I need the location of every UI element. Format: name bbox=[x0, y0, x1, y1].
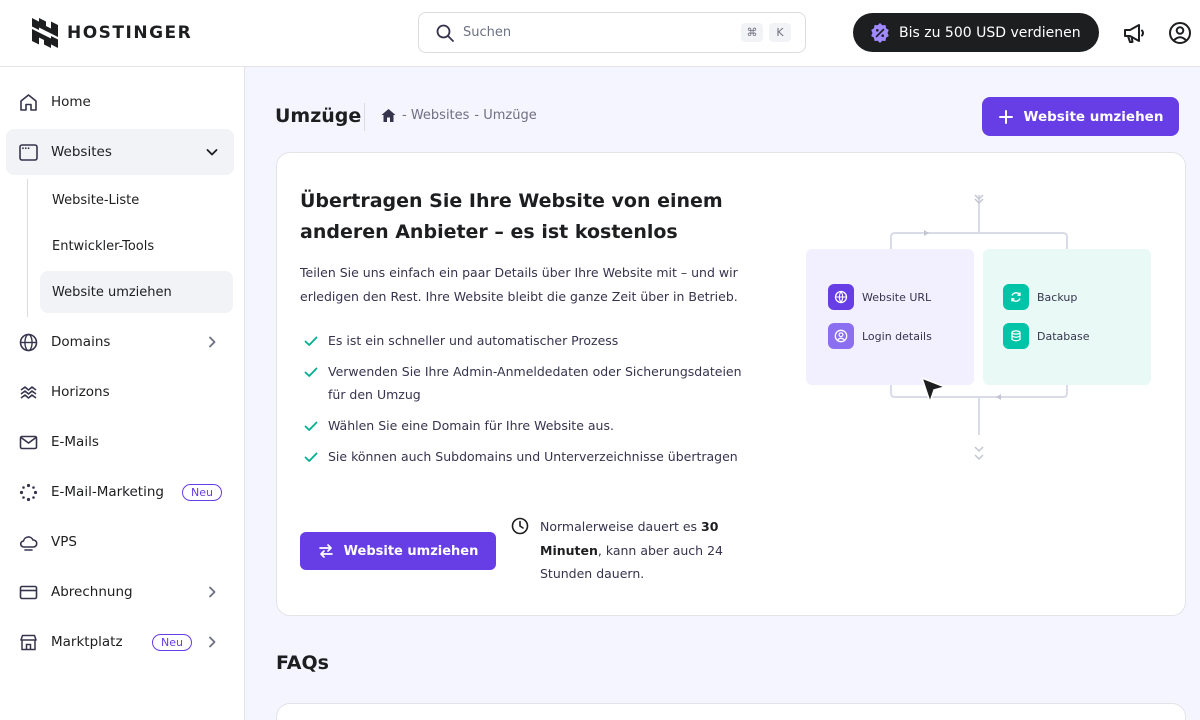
chevron-down-icon bbox=[206, 149, 218, 156]
search-input[interactable] bbox=[463, 25, 735, 40]
sidebar-item-label: Abrechnung bbox=[51, 584, 133, 600]
plus-icon bbox=[998, 109, 1013, 124]
migrate-website-button[interactable]: Website umziehen bbox=[982, 97, 1179, 136]
new-badge: Neu bbox=[182, 483, 222, 501]
clock-icon bbox=[511, 517, 529, 535]
page-title: Umzüge bbox=[275, 105, 362, 127]
breadcrumb: - Websites - Umzüge bbox=[380, 107, 537, 124]
account-icon[interactable] bbox=[1167, 20, 1193, 46]
hostinger-logo[interactable]: HOSTINGER bbox=[32, 18, 192, 48]
sidebar-item-label: Domains bbox=[51, 334, 111, 350]
illustration-item: Database bbox=[1003, 323, 1090, 349]
new-badge: Neu bbox=[152, 633, 192, 651]
sidebar-item-horizons[interactable]: Horizons bbox=[6, 369, 234, 415]
globe-icon bbox=[19, 333, 38, 351]
checkmark-icon bbox=[304, 367, 318, 377]
list-item: Sie können auch Subdomains und Unterverz… bbox=[303, 445, 773, 468]
swap-arrows-icon bbox=[318, 544, 333, 558]
sidebar-item-marketplace[interactable]: Marktplatz Neu bbox=[6, 619, 234, 665]
database-icon bbox=[1003, 323, 1029, 349]
checkmark-icon bbox=[304, 336, 318, 346]
list-item: Verwenden Sie Ihre Admin-Anmeldedaten od… bbox=[303, 360, 773, 406]
mail-icon bbox=[19, 435, 38, 449]
faq-list bbox=[276, 703, 1186, 720]
checklist-text: Wählen Sie eine Domain für Ihre Website … bbox=[328, 418, 614, 433]
megaphone-icon[interactable] bbox=[1121, 20, 1147, 46]
checklist-text: Es ist ein schneller und automatischer P… bbox=[328, 333, 619, 348]
referral-button-label: Bis zu 500 USD verdienen bbox=[899, 24, 1081, 41]
globe-icon bbox=[828, 284, 854, 310]
sidebar-item-domains[interactable]: Domains bbox=[6, 319, 234, 365]
search-box[interactable]: ⌘ K bbox=[418, 12, 806, 53]
illustration-item: Website URL bbox=[828, 284, 931, 310]
shortcut-cmd-key: ⌘ bbox=[741, 23, 763, 42]
chevron-right-icon bbox=[209, 336, 216, 348]
subnav-divider bbox=[27, 179, 28, 317]
migration-card: Übertragen Sie Ihre Website von einem an… bbox=[276, 152, 1186, 616]
checkmark-icon bbox=[304, 452, 318, 462]
sidebar-item-label: Marktplatz bbox=[51, 634, 123, 650]
sidebar-item-label: VPS bbox=[51, 534, 77, 550]
title-divider bbox=[364, 103, 365, 131]
chevron-right-icon bbox=[209, 586, 216, 598]
faq-title: FAQs bbox=[276, 652, 329, 674]
sidebar-item-vps[interactable]: VPS bbox=[6, 519, 234, 565]
sidebar-subitem-developer-tools[interactable]: Entwickler-Tools bbox=[40, 225, 233, 267]
sidebar-subitem-migrate-website[interactable]: Website umziehen bbox=[40, 271, 233, 313]
sidebar-item-websites[interactable]: Websites bbox=[6, 129, 234, 175]
card-description: Teilen Sie uns einfach ein paar Details … bbox=[300, 265, 738, 304]
list-item: Wählen Sie eine Domain für Ihre Website … bbox=[303, 414, 773, 437]
migration-illustration: Website URL Login details Backup Databas… bbox=[805, 189, 1155, 469]
sidebar-item-label: Websites bbox=[51, 144, 112, 160]
sidebar-subitem-label: Website-Liste bbox=[52, 192, 140, 208]
sidebar: Home Websites Website-Liste Entwickler-T… bbox=[0, 67, 245, 720]
browser-window-icon bbox=[19, 143, 38, 161]
feature-checklist: Es ist ein schneller und automatischer P… bbox=[303, 329, 773, 476]
billing-icon bbox=[19, 585, 38, 599]
vps-icon bbox=[19, 535, 38, 551]
cursor-icon bbox=[921, 377, 946, 403]
card-migrate-website-button[interactable]: Website umziehen bbox=[300, 532, 496, 570]
card-title: Übertragen Sie Ihre Website von einem an… bbox=[300, 190, 723, 243]
home-icon[interactable] bbox=[380, 107, 397, 124]
sidebar-item-home[interactable]: Home bbox=[6, 79, 234, 125]
sidebar-item-email-marketing[interactable]: E-Mail-Marketing Neu bbox=[6, 469, 234, 515]
chevron-right-icon bbox=[209, 636, 216, 648]
search-icon bbox=[436, 24, 454, 42]
checklist-text: Verwenden Sie Ihre Admin-Anmeldedaten od… bbox=[328, 364, 742, 402]
user-icon bbox=[828, 323, 854, 349]
discount-badge-icon bbox=[871, 22, 889, 43]
migrate-website-button-label: Website umziehen bbox=[1023, 108, 1164, 125]
list-item: Es ist ein schneller und automatischer P… bbox=[303, 329, 773, 352]
horizons-icon bbox=[20, 385, 37, 399]
checklist-text: Sie können auch Subdomains und Unterverz… bbox=[328, 449, 738, 464]
sidebar-item-label: Horizons bbox=[51, 384, 110, 400]
illustration-item: Backup bbox=[1003, 284, 1077, 310]
illustration-item: Login details bbox=[828, 323, 932, 349]
sidebar-item-billing[interactable]: Abrechnung bbox=[6, 569, 234, 615]
top-bar: HOSTINGER ⌘ K Bis zu 500 USD verdienen bbox=[0, 0, 1200, 67]
brand-name: HOSTINGER bbox=[67, 23, 193, 43]
refresh-icon bbox=[1003, 284, 1029, 310]
breadcrumb-websites[interactable]: - Websites bbox=[402, 108, 469, 123]
store-icon bbox=[20, 634, 37, 650]
sidebar-subitem-label: Website umziehen bbox=[52, 284, 172, 300]
sidebar-item-label: E-Mail-Marketing bbox=[51, 484, 164, 500]
hostinger-logo-icon bbox=[32, 18, 58, 48]
sidebar-item-emails[interactable]: E-Mails bbox=[6, 419, 234, 465]
card-migrate-website-button-label: Website umziehen bbox=[343, 543, 479, 559]
sidebar-item-label: Home bbox=[51, 94, 91, 110]
sidebar-item-label: E-Mails bbox=[51, 434, 99, 450]
breadcrumb-migrations: - Umzüge bbox=[474, 108, 537, 123]
source-panel bbox=[806, 249, 974, 385]
sidebar-subitem-label: Entwickler-Tools bbox=[52, 238, 155, 254]
sidebar-subitem-website-list[interactable]: Website-Liste bbox=[40, 179, 233, 221]
destination-panel bbox=[983, 249, 1151, 385]
checkmark-icon bbox=[304, 421, 318, 431]
referral-button[interactable]: Bis zu 500 USD verdienen bbox=[853, 13, 1099, 52]
shortcut-k-key: K bbox=[769, 23, 791, 42]
email-marketing-icon bbox=[19, 483, 38, 501]
duration-note: Normalerweise dauert es 30 Minuten, kann… bbox=[540, 519, 723, 581]
home-icon bbox=[20, 93, 37, 111]
